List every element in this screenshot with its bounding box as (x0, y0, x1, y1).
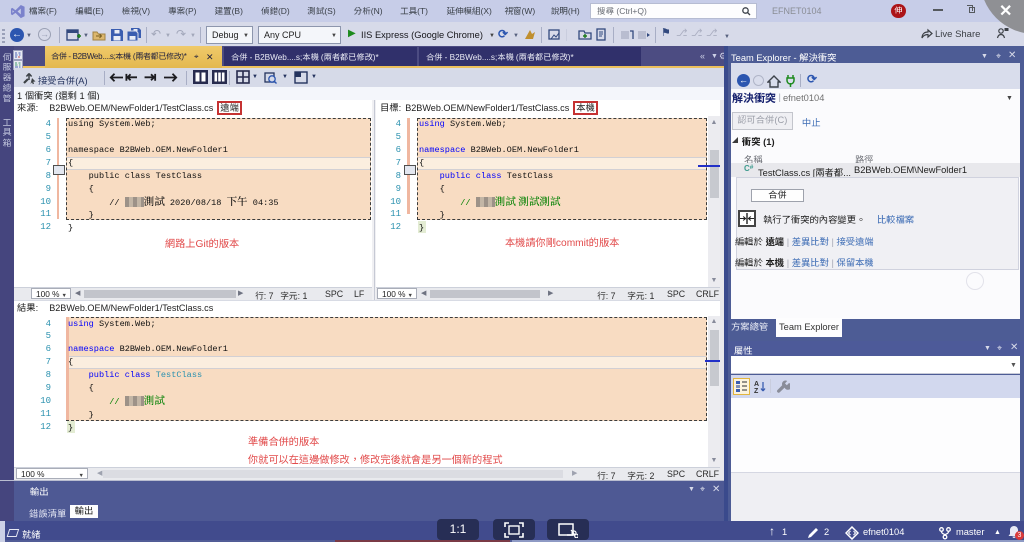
svg-text:Z: Z (754, 388, 759, 393)
svg-text:A: A (754, 381, 759, 388)
